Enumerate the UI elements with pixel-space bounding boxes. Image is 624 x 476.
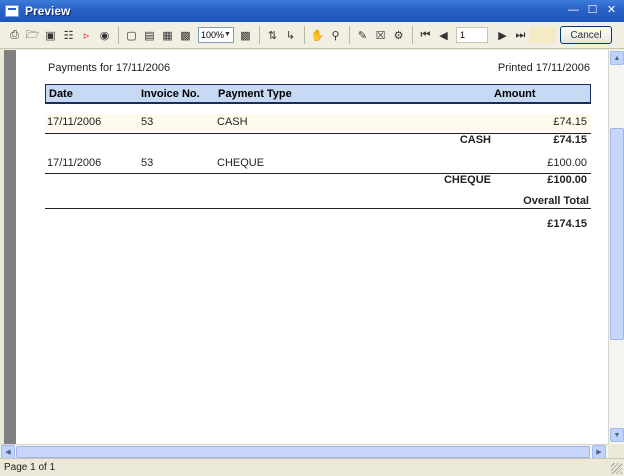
subtotal-label: CHEQUE <box>443 174 491 186</box>
full-screen-icon[interactable]: ▩ <box>237 27 254 44</box>
toolbar-spacer <box>530 27 556 43</box>
chevron-down-icon[interactable]: ▼ <box>223 30 232 40</box>
app-icon <box>5 5 19 17</box>
row-invoice: 53 <box>141 116 154 128</box>
vertical-scroll-thumb[interactable] <box>610 128 624 340</box>
subtotal-amount: £100.00 <box>547 174 587 186</box>
overall-total-divider <box>45 208 591 209</box>
zoom-value: 100% <box>201 30 225 40</box>
report-preview-area[interactable]: Payments for 17/11/2006 Printed 17/11/20… <box>4 50 608 444</box>
zoom-select[interactable]: 100% ▼ <box>198 27 234 43</box>
toolbar-separator <box>412 26 413 44</box>
cancel-button[interactable]: Cancel <box>560 26 612 44</box>
save-icon[interactable]: ▣ <box>42 27 59 44</box>
previous-page-icon[interactable]: ◀ <box>435 27 452 44</box>
page-info: Page 1 of 1 <box>4 462 56 473</box>
column-header-invoice: Invoice No. <box>141 88 200 100</box>
toolbar-separator <box>259 26 260 44</box>
last-page-icon[interactable]: ⏭ <box>512 27 529 44</box>
column-header-payment-type: Payment Type <box>218 88 292 100</box>
row-payment-type: CASH <box>217 116 248 128</box>
bookmarks-icon[interactable]: ⇅ <box>264 27 281 44</box>
scroll-down-icon[interactable]: ▼ <box>610 428 624 442</box>
overall-total-amount: £174.15 <box>547 218 587 230</box>
title-bar[interactable]: Preview — ☐ ✕ <box>0 0 624 22</box>
status-bar: Page 1 of 1 <box>0 458 624 476</box>
page-number-input[interactable]: 1 <box>456 27 488 43</box>
close-icon[interactable]: ✕ <box>603 3 620 19</box>
overall-total-label: Overall Total <box>523 195 589 207</box>
resize-grip-icon[interactable] <box>611 463 622 474</box>
preview-window: Preview — ☐ ✕ ⎙ 🗁 ▣ ☷ ▹ ◉ ▢ ▤ ▦ ▩ 100% ▼… <box>0 0 624 476</box>
vertical-scrollbar[interactable]: ▲ ▼ <box>608 50 624 444</box>
toolbar-separator <box>118 26 119 44</box>
export-icon[interactable]: ☷ <box>60 27 77 44</box>
next-page-icon[interactable]: ▶ <box>494 27 511 44</box>
four-pages-icon[interactable]: ▩ <box>177 27 194 44</box>
overall-total-row: £174.15 <box>45 216 591 234</box>
report-page: Payments for 17/11/2006 Printed 17/11/20… <box>44 50 592 444</box>
minimize-icon[interactable]: — <box>565 3 582 19</box>
print-icon[interactable]: ⎙ <box>6 27 23 44</box>
find-icon[interactable]: ◉ <box>96 27 113 44</box>
column-header-amount: Amount <box>494 88 536 100</box>
subtotal-amount: £74.15 <box>553 134 587 146</box>
toolbar-separator <box>304 26 305 44</box>
zoom-tool-icon[interactable]: ⚲ <box>327 27 344 44</box>
toolbar-separator <box>349 26 350 44</box>
single-page-icon[interactable]: ▢ <box>123 27 140 44</box>
row-amount: £74.15 <box>553 116 587 128</box>
report-title: Payments for 17/11/2006 <box>48 62 171 74</box>
maximize-icon[interactable]: ☐ <box>584 3 601 19</box>
table-row: 17/11/2006 53 CHEQUE £100.00 <box>45 155 591 173</box>
delete-page-icon[interactable]: ☒ <box>372 27 389 44</box>
scroll-right-icon[interactable]: ▶ <box>592 445 606 459</box>
two-pages-icon[interactable]: ▦ <box>159 27 176 44</box>
open-folder-icon[interactable]: 🗁 <box>24 27 41 44</box>
scrollbar-corner <box>608 444 624 458</box>
horizontal-scrollbar[interactable]: ◀ ▶ <box>0 444 608 459</box>
scroll-left-icon[interactable]: ◀ <box>1 445 15 459</box>
window-controls: — ☐ ✕ <box>565 3 620 19</box>
hand-tool-icon[interactable]: ✋ <box>309 27 326 44</box>
row-date: 17/11/2006 <box>47 116 102 128</box>
toolbar: ⎙ 🗁 ▣ ☷ ▹ ◉ ▢ ▤ ▦ ▩ 100% ▼ ▩ ⇅ ↳ ✋ ⚲ ✎ ☒… <box>0 22 624 49</box>
row-date: 17/11/2006 <box>47 157 102 169</box>
row-amount: £100.00 <box>547 157 587 169</box>
horizontal-scroll-thumb[interactable] <box>16 446 590 458</box>
scroll-up-icon[interactable]: ▲ <box>610 51 624 65</box>
edit-page-icon[interactable]: ✎ <box>354 27 371 44</box>
subtotal-row: CASH £74.15 <box>45 132 591 150</box>
pdf-icon[interactable]: ▹ <box>78 27 95 44</box>
subtotal-row: CHEQUE £100.00 <box>45 172 591 190</box>
page-settings-icon[interactable]: ⚙ <box>390 27 407 44</box>
page-width-icon[interactable]: ▤ <box>141 27 158 44</box>
printed-date: Printed 17/11/2006 <box>497 62 590 74</box>
row-payment-type: CHEQUE <box>217 157 265 169</box>
first-page-icon[interactable]: ⏮ <box>417 27 434 44</box>
row-invoice: 53 <box>141 157 154 169</box>
column-header-date: Date <box>49 88 73 100</box>
tree-icon[interactable]: ↳ <box>282 27 299 44</box>
table-row: 17/11/2006 53 CASH £74.15 <box>45 114 591 132</box>
subtotal-label: CASH <box>459 134 491 146</box>
window-title: Preview <box>25 4 71 18</box>
column-header-bar: Date Invoice No. Payment Type Amount <box>45 84 591 104</box>
